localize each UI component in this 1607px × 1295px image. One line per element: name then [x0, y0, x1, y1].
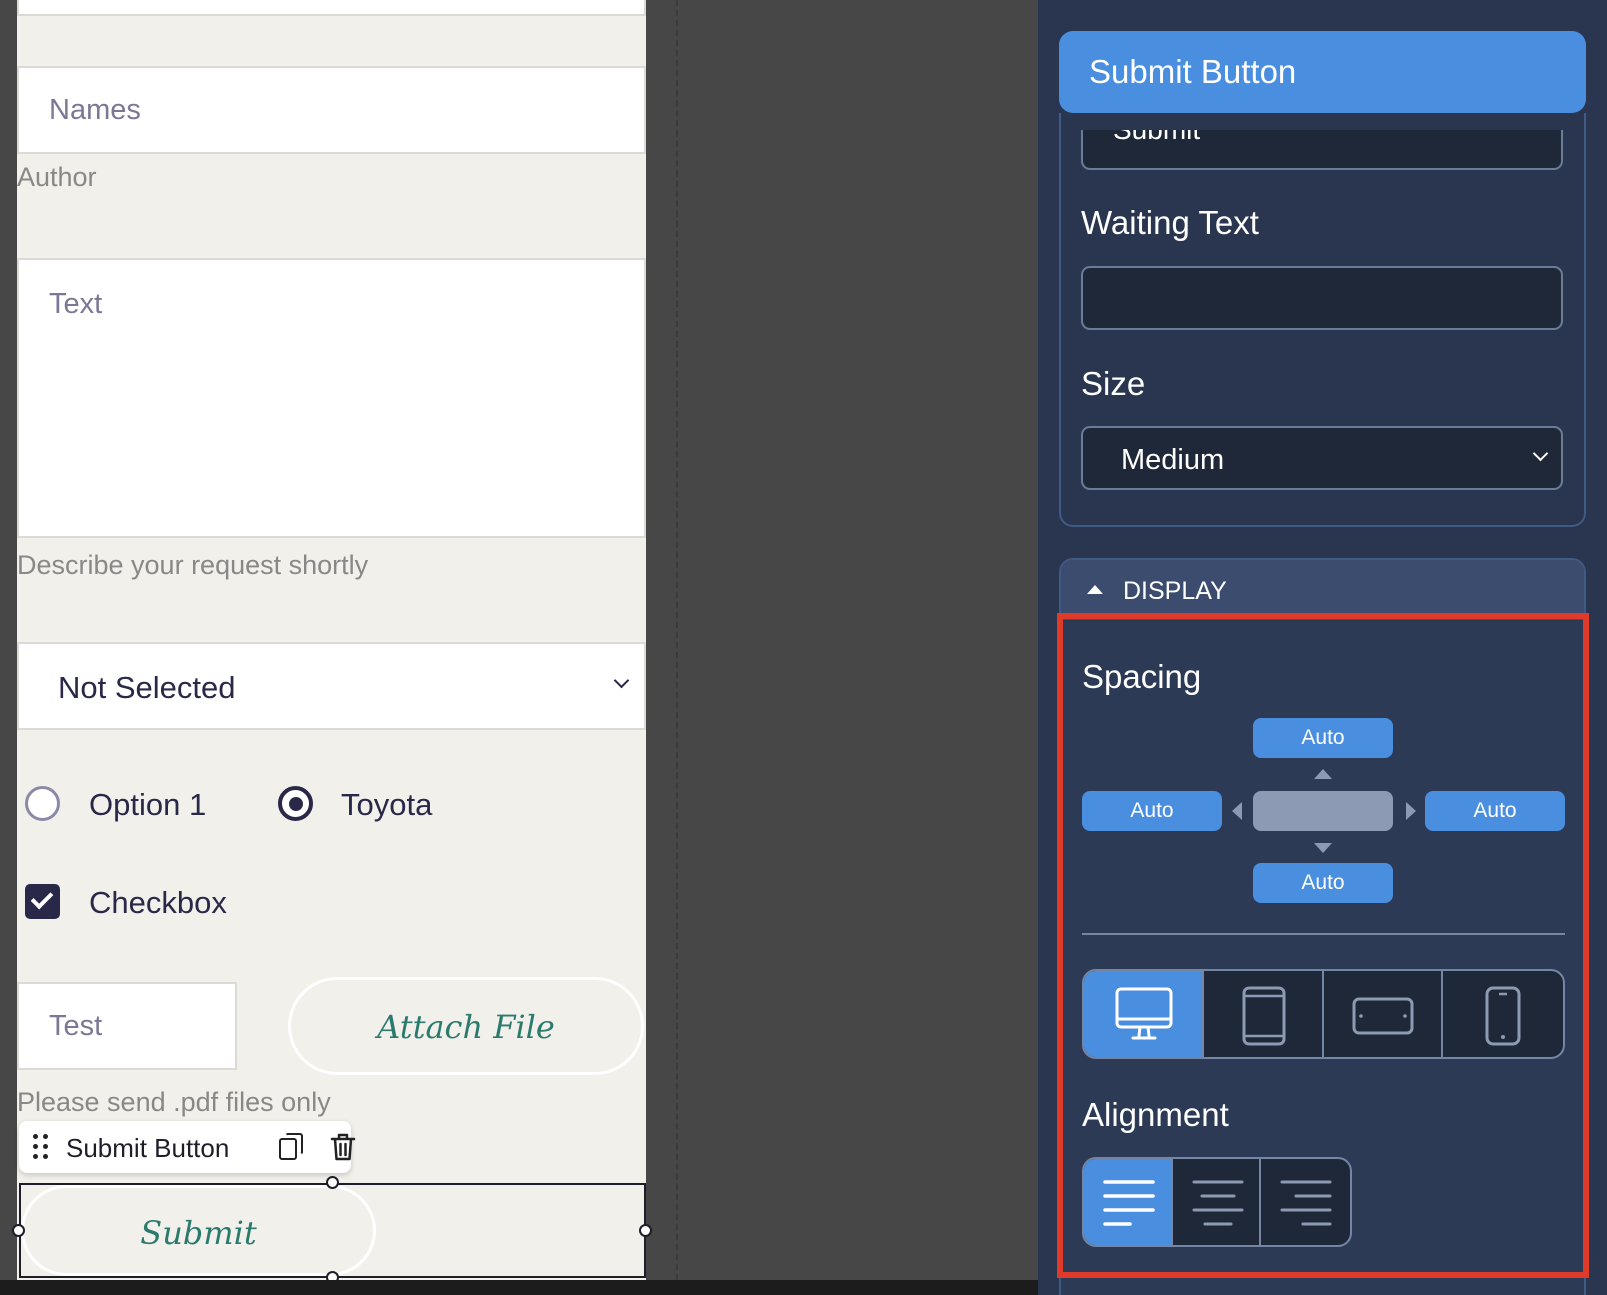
checkbox[interactable] [25, 884, 60, 919]
toolbar-label: Submit Button [66, 1133, 230, 1163]
text-placeholder: Text [49, 288, 103, 320]
attach-hint: Please send .pdf files only [17, 1087, 331, 1117]
copy-icon[interactable] [279, 1133, 305, 1161]
bottom-bar [0, 1280, 1038, 1295]
chevron-down-icon [613, 672, 630, 689]
radio-selected-dot [289, 797, 303, 811]
checkbox-label: Checkbox [89, 885, 227, 920]
panel-header: Submit Button [1059, 31, 1586, 113]
attach-file-label: Attach File [377, 1008, 555, 1046]
test-placeholder: Test [49, 1010, 103, 1042]
collapse-up-icon [1087, 585, 1103, 594]
submit-button[interactable]: Submit [21, 1185, 376, 1276]
panel-title: Submit Button [1089, 53, 1297, 90]
trash-icon[interactable] [330, 1132, 356, 1162]
display-section-header[interactable]: DISPLAY [1061, 560, 1584, 620]
radio-option-1[interactable] [25, 786, 60, 821]
left-gutter [0, 0, 17, 1280]
attach-file-button[interactable]: Attach File [288, 977, 644, 1075]
top-input-partial[interactable] [17, 0, 646, 16]
canvas-boundary [676, 0, 678, 1280]
resize-handle-left[interactable] [12, 1224, 25, 1237]
checkmark-icon [30, 886, 54, 910]
select-dropdown[interactable]: Not Selected [17, 642, 646, 730]
text-hint: Describe your request shortly [17, 550, 369, 580]
button-text-value: Submit [1113, 130, 1200, 146]
element-toolbar: Submit Button [19, 1121, 356, 1173]
author-label: Author [17, 162, 97, 192]
resize-handle-top[interactable] [326, 1176, 339, 1189]
test-input[interactable]: Test [17, 982, 237, 1070]
size-value: Medium [1121, 444, 1225, 476]
waiting-text-label: Waiting Text [1081, 204, 1259, 241]
select-value: Not Selected [58, 670, 236, 705]
radio-toyota-label: Toyota [341, 787, 433, 822]
names-input[interactable]: Names [17, 66, 646, 154]
radio-toyota[interactable] [278, 786, 313, 821]
text-area[interactable]: Text [17, 258, 646, 538]
resize-handle-right[interactable] [639, 1224, 652, 1237]
size-label: Size [1081, 365, 1146, 402]
radio-option-1-label: Option 1 [89, 787, 207, 822]
display-section-label: DISPLAY [1123, 577, 1227, 605]
size-select[interactable]: Medium [1081, 426, 1563, 490]
chevron-down-icon [1532, 445, 1549, 462]
submit-label: Submit [140, 1214, 257, 1252]
waiting-text-input[interactable] [1081, 266, 1563, 330]
names-placeholder: Names [49, 94, 141, 126]
drag-handle-icon[interactable] [33, 1134, 49, 1160]
button-text-input[interactable]: Submit [1081, 130, 1563, 170]
highlight-box [1057, 613, 1589, 1278]
